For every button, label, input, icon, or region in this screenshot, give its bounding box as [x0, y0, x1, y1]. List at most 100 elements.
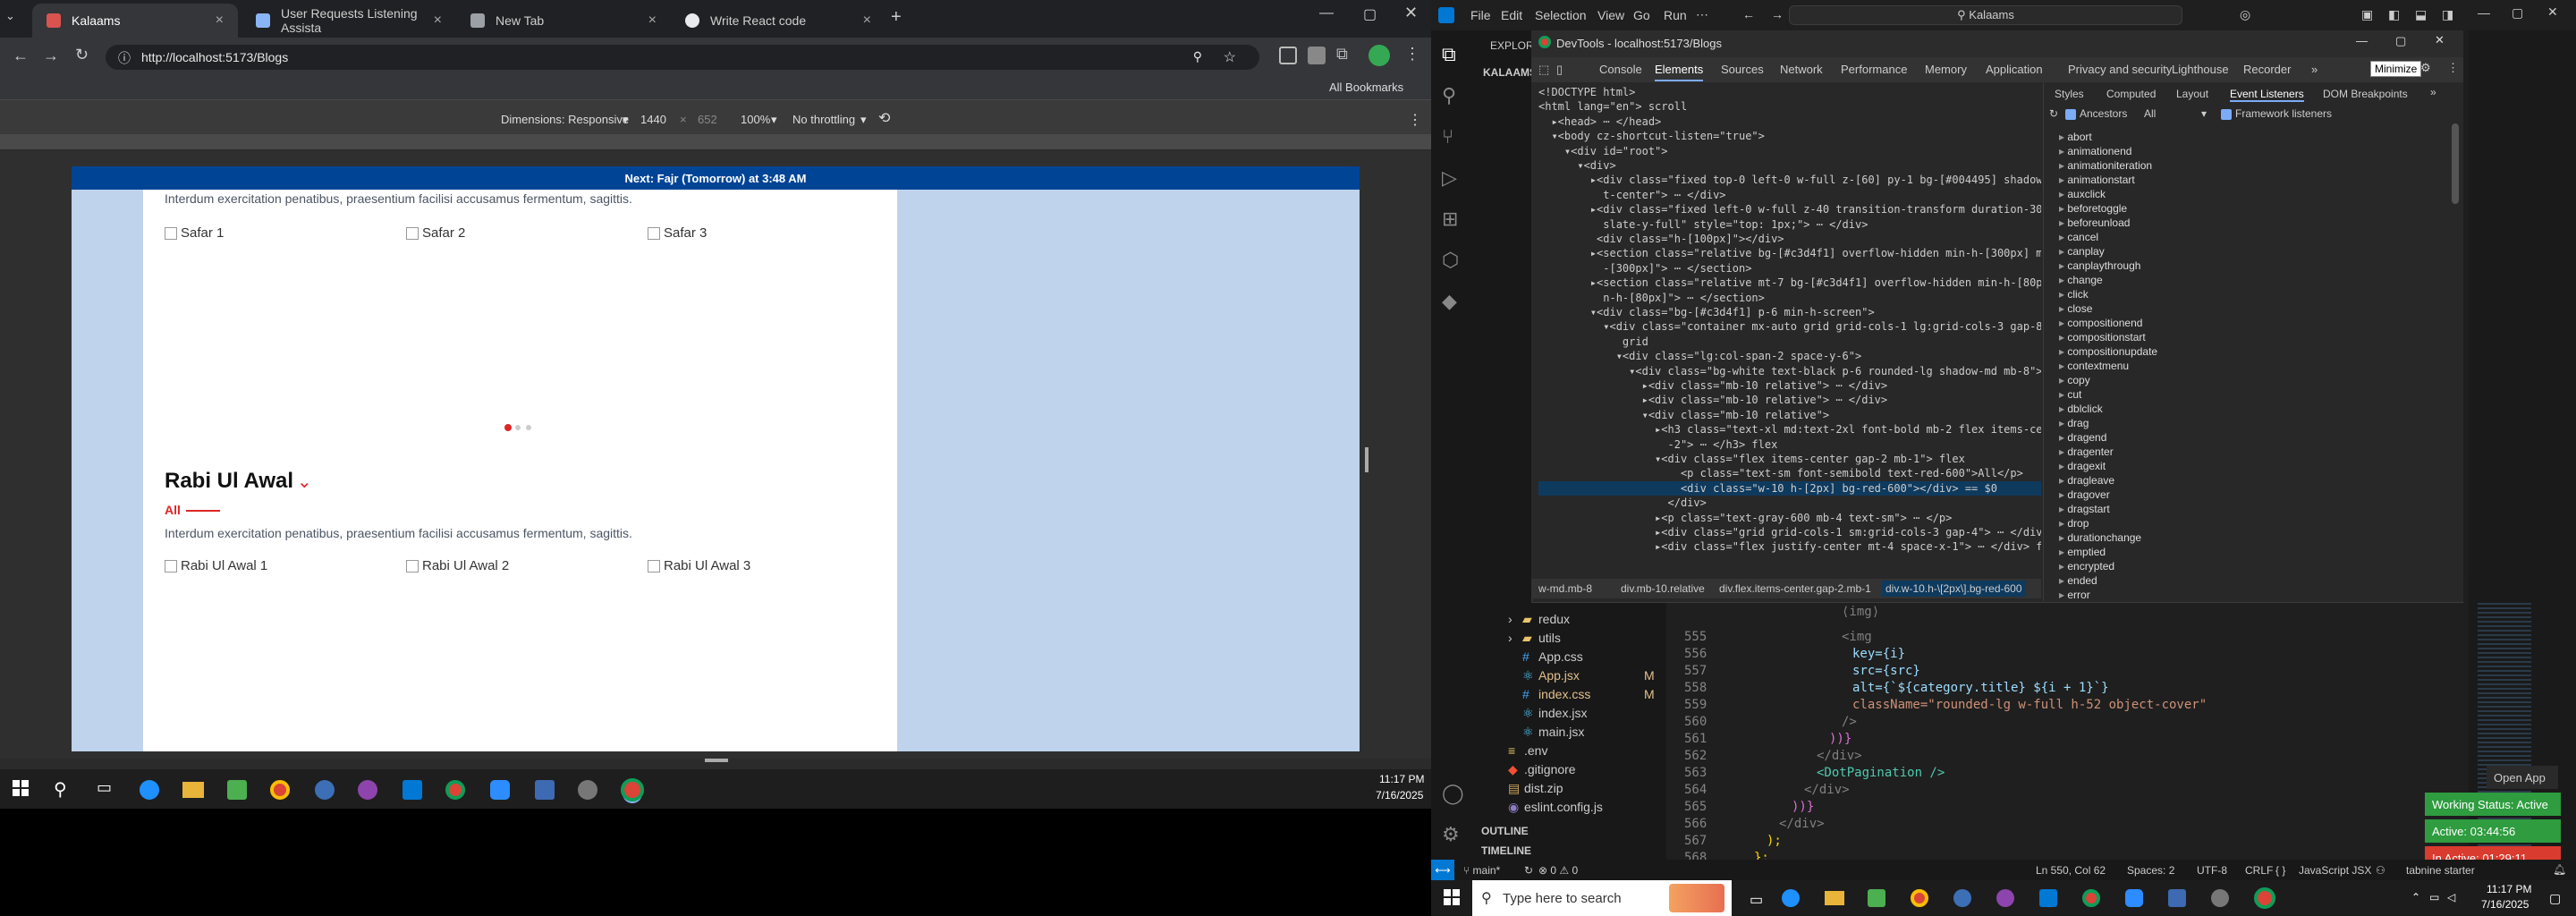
- dom-line[interactable]: ▸<head> ⋯ </head>: [1538, 114, 1661, 129]
- nav-back-icon[interactable]: ←: [1742, 7, 1755, 21]
- pagination-dot[interactable]: [515, 425, 521, 430]
- menu-file[interactable]: File: [1470, 8, 1491, 22]
- close-icon[interactable]: ×: [863, 13, 871, 29]
- event-item[interactable]: dragover: [2059, 488, 2109, 501]
- file-eslint-config[interactable]: eslint.config.js: [1524, 800, 1603, 814]
- extensions-icon[interactable]: ⊞: [1442, 208, 1458, 231]
- menu-run[interactable]: Run: [1664, 8, 1687, 22]
- store-icon[interactable]: [227, 780, 247, 800]
- branch-status[interactable]: ⑂ main*: [1463, 864, 1500, 877]
- layout-icon[interactable]: ◧: [2388, 7, 2400, 22]
- tab-sources[interactable]: Sources: [1721, 63, 1764, 76]
- file-gitignore[interactable]: .gitignore: [1524, 762, 1576, 776]
- vscode-icon[interactable]: [2039, 889, 2057, 907]
- app-icon[interactable]: [315, 780, 335, 800]
- breadcrumb-item[interactable]: div.flex.items-center.gap-2.mb-1: [1719, 582, 1871, 595]
- event-item[interactable]: click: [2059, 288, 2088, 301]
- extension-icon[interactable]: [1308, 47, 1326, 64]
- pagination-dot-active[interactable]: [504, 424, 512, 431]
- side-tab-computed[interactable]: Computed: [2106, 88, 2156, 100]
- tab-network[interactable]: Network: [1780, 63, 1823, 76]
- event-item[interactable]: drag: [2059, 417, 2089, 429]
- extension-icon[interactable]: [1279, 47, 1297, 64]
- indentation[interactable]: Spaces: 2: [2127, 864, 2174, 877]
- close-window-icon[interactable]: ✕: [1404, 4, 1418, 22]
- task-view-icon[interactable]: ▭: [97, 778, 112, 797]
- search-icon[interactable]: ⚲: [54, 778, 67, 801]
- layout-icon[interactable]: ▣: [2361, 7, 2373, 22]
- dom-line[interactable]: ▾<div class="bg-[#c3d4f1] p-6 min-h-scre…: [1538, 305, 1875, 319]
- dom-line[interactable]: n-h-[80px]"> ⋯ </section>: [1538, 291, 1765, 305]
- sync-icon[interactable]: ↻: [1524, 864, 1533, 877]
- tab-lighthouse[interactable]: Lighthouse: [2172, 63, 2229, 76]
- chrome-active-icon[interactable]: [621, 778, 644, 802]
- tab-privacy[interactable]: Privacy and security: [2068, 63, 2172, 76]
- dom-line[interactable]: ▾<div class="lg:col-span-2 space-y-6">: [1538, 349, 1862, 363]
- event-item[interactable]: compositionstart: [2059, 331, 2145, 344]
- event-item[interactable]: dragleave: [2059, 474, 2114, 487]
- bell-icon[interactable]: 🔔︎: [2553, 863, 2566, 876]
- menu-kebab-icon[interactable]: ⋮: [1404, 45, 1420, 64]
- file-utils[interactable]: utils: [1538, 631, 1561, 645]
- zoom-icon[interactable]: [2125, 889, 2143, 907]
- forward-icon[interactable]: →: [43, 47, 59, 65]
- dom-line[interactable]: <p class="text-sm font-semibold text-red…: [1538, 466, 2023, 480]
- tab-kalaams[interactable]: Kalaams ×: [32, 4, 238, 38]
- zoom-select[interactable]: 100%: [741, 113, 770, 126]
- dom-line[interactable]: ▸<p class="text-gray-600 mb-4 text-sm"> …: [1538, 511, 1952, 525]
- event-item[interactable]: close: [2059, 302, 2092, 315]
- dom-line[interactable]: grid: [1538, 335, 1648, 349]
- notification-icon[interactable]: ▢: [2549, 891, 2561, 906]
- folder-chevron-icon[interactable]: ›: [1508, 631, 1513, 645]
- event-item[interactable]: dragstart: [2059, 503, 2109, 515]
- timeline-section[interactable]: TIMELINE: [1481, 844, 1531, 857]
- device-toggle-icon[interactable]: ▯: [1556, 63, 1563, 77]
- event-item[interactable]: dragexit: [2059, 460, 2106, 472]
- event-item[interactable]: dragend: [2059, 431, 2106, 444]
- windows-start-icon[interactable]: [1444, 889, 1460, 905]
- dom-line[interactable]: ▾<div class="mb-10 relative">: [1538, 408, 1830, 422]
- side-tab-dom-breakpoints[interactable]: DOM Breakpoints: [2323, 88, 2408, 100]
- event-item[interactable]: abort: [2059, 131, 2091, 143]
- resize-handle[interactable]: [1365, 447, 1368, 472]
- app-icon[interactable]: [535, 780, 555, 800]
- dom-line[interactable]: <!DOCTYPE html>: [1538, 85, 1635, 99]
- chrome-icon[interactable]: [1911, 889, 1928, 907]
- event-item[interactable]: error: [2059, 589, 2089, 601]
- inspect-icon[interactable]: ⬚: [1538, 63, 1549, 77]
- event-item[interactable]: change: [2059, 274, 2102, 286]
- event-item[interactable]: ended: [2059, 574, 2097, 587]
- chrome-icon[interactable]: [270, 780, 290, 800]
- file-dist-zip[interactable]: dist.zip: [1524, 781, 1563, 795]
- run-debug-icon[interactable]: ▷: [1442, 166, 1457, 190]
- minimize-icon[interactable]: —: [1319, 5, 1334, 21]
- dimensions-select[interactable]: Dimensions: Responsive: [501, 113, 629, 126]
- dom-line[interactable]: ▾<div>: [1538, 158, 1615, 173]
- dom-tree[interactable]: <!DOCTYPE html> <html lang="en"> scroll …: [1531, 82, 2041, 579]
- dom-line[interactable]: ▸<h3 class="text-xl md:text-2xl font-bol…: [1538, 422, 2041, 437]
- side-tab-styles[interactable]: Styles: [2055, 88, 2084, 100]
- tab-elements[interactable]: Elements: [1655, 63, 1704, 81]
- dom-line[interactable]: ▾<div class="bg-white text-black p-6 rou…: [1538, 364, 2041, 378]
- event-item[interactable]: compositionend: [2059, 317, 2142, 329]
- source-control-icon[interactable]: ⑂: [1442, 125, 1453, 148]
- menu-kebab-icon[interactable]: ⋮: [2447, 61, 2459, 75]
- close-icon[interactable]: ×: [216, 13, 224, 29]
- address-bar[interactable]: ⓘ http://localhost:5173/Blogs ⚲ ☆: [106, 45, 1259, 70]
- problems-status[interactable]: ⊗ 0 ⚠ 0: [1538, 864, 1578, 877]
- file-app-jsx[interactable]: App.jsx: [1538, 668, 1580, 683]
- dom-line[interactable]: ▾<body cz-shortcut-listen="true">: [1538, 129, 1764, 143]
- zoom-icon[interactable]: [490, 780, 510, 800]
- event-item[interactable]: compositionupdate: [2059, 345, 2157, 358]
- menu-edit[interactable]: Edit: [1501, 8, 1522, 22]
- minimap[interactable]: [2469, 30, 2576, 871]
- side-tab-event-listeners[interactable]: Event Listeners: [2230, 88, 2304, 102]
- dom-line[interactable]: t-center"> ⋯ </div>: [1538, 188, 1725, 202]
- event-item[interactable]: durationchange: [2059, 531, 2141, 544]
- file-main-jsx[interactable]: main.jsx: [1538, 725, 1584, 739]
- close-window-icon[interactable]: ✕: [2547, 4, 2558, 20]
- file-env[interactable]: .env: [1524, 743, 1547, 758]
- file-redux[interactable]: redux: [1538, 612, 1570, 626]
- app-icon[interactable]: [1953, 889, 1971, 907]
- menu-more-icon[interactable]: ⋯: [1696, 7, 1708, 22]
